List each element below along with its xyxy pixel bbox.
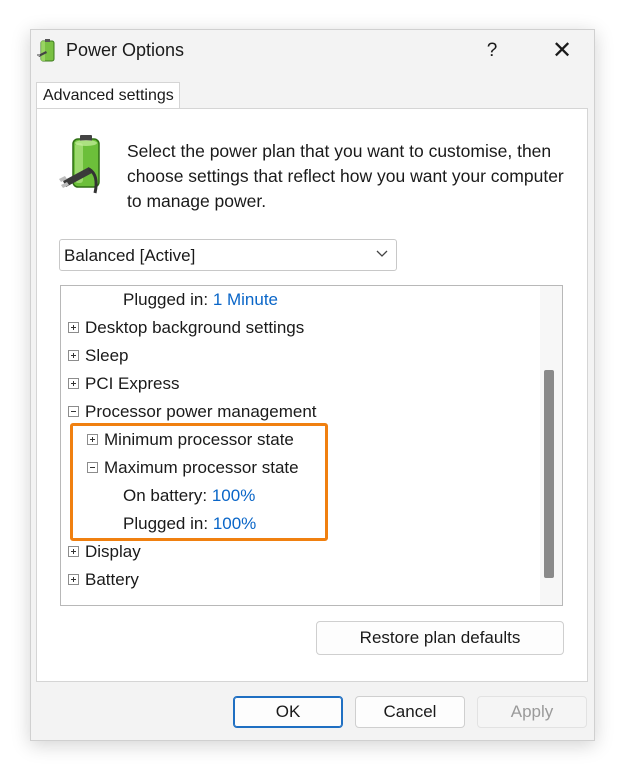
expand-plus-icon[interactable]: [68, 546, 79, 558]
tree-item-sleep[interactable]: Sleep: [68, 344, 128, 368]
tree-item-processor-power[interactable]: Processor power management: [68, 400, 317, 424]
tab-advanced-settings[interactable]: Advanced settings: [36, 82, 180, 108]
close-button[interactable]: ✕: [545, 36, 579, 66]
tree-item-label: Desktop background settings: [85, 318, 305, 337]
expand-plus-icon[interactable]: [68, 574, 79, 586]
settings-tree[interactable]: Plugged in: 1 Minute Desktop background …: [60, 285, 563, 606]
tree-item-battery[interactable]: Battery: [68, 568, 139, 592]
power-plan-select[interactable]: Balanced [Active]: [59, 239, 397, 271]
tree-setting-plugged-in-1[interactable]: Plugged in: 1 Minute: [123, 288, 278, 312]
tree-item-desktop-background[interactable]: Desktop background settings: [68, 316, 304, 340]
window-title: Power Options: [66, 40, 185, 60]
expand-plus-icon[interactable]: [68, 378, 79, 390]
power-options-battery-icon: [37, 39, 55, 62]
scrollbar-thumb[interactable]: [544, 370, 554, 578]
advanced-settings-panel: Select the power plan that you want to c…: [36, 108, 588, 682]
apply-button[interactable]: Apply: [477, 696, 587, 728]
battery-plug-icon: [59, 135, 100, 194]
tree-item-label: Display: [85, 542, 141, 561]
restore-plan-defaults-button[interactable]: Restore plan defaults: [316, 621, 564, 655]
ok-button[interactable]: OK: [233, 696, 343, 728]
power-plan-value: Balanced [Active]: [64, 246, 196, 265]
setting-label: Plugged in:: [123, 290, 209, 309]
cancel-button[interactable]: Cancel: [355, 696, 465, 728]
tree-item-label: Sleep: [85, 346, 129, 365]
tree-item-label: PCI Express: [85, 374, 180, 393]
tree-item-display[interactable]: Display: [68, 540, 141, 564]
tree-item-label: Battery: [85, 570, 139, 589]
setting-value-link[interactable]: 1 Minute: [213, 290, 278, 309]
power-options-dialog: Power Options ? ✕ Advanced settings Sele…: [30, 29, 595, 741]
chevron-down-icon: [376, 250, 388, 257]
tree-item-pci-express[interactable]: PCI Express: [68, 372, 179, 396]
expand-plus-icon[interactable]: [68, 322, 79, 334]
help-button[interactable]: ?: [477, 37, 507, 65]
expand-plus-icon[interactable]: [68, 350, 79, 362]
highlight-box: [70, 423, 328, 541]
description-text: Select the power plan that you want to c…: [127, 141, 564, 211]
collapse-minus-icon[interactable]: [68, 406, 79, 418]
tree-item-label: Processor power management: [85, 402, 317, 421]
title-bar: Power Options ? ✕: [31, 30, 594, 72]
